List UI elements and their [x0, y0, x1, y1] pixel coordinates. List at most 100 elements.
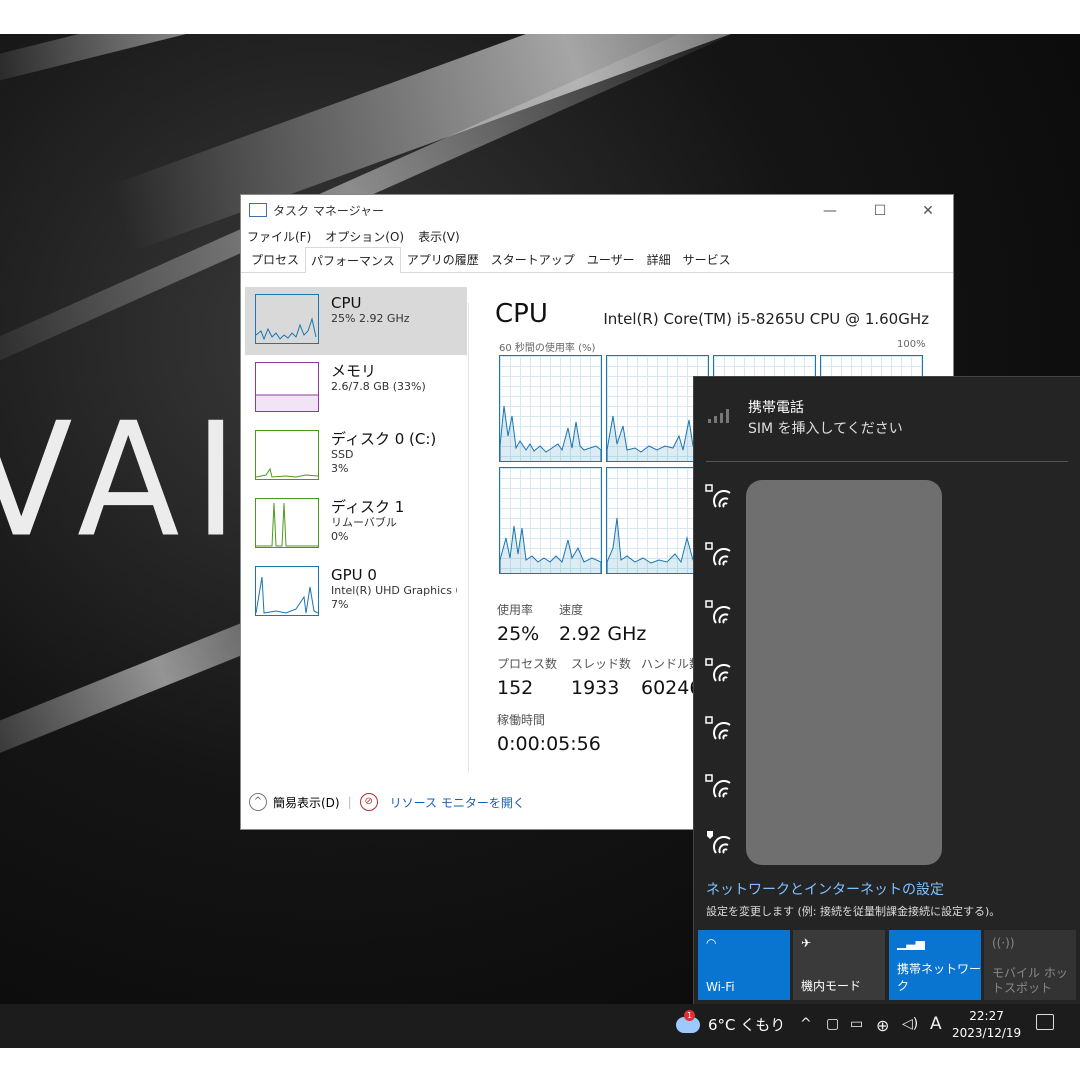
- airplane-mode-toggle[interactable]: ✈ 機内モード: [793, 930, 885, 1000]
- maximize-button[interactable]: ☐: [857, 199, 903, 223]
- taskbar: 1 6°C くもり ^ ▢ ▭ ⊕ ◁) A 22:27 2023/12/19: [0, 1004, 1080, 1048]
- sidebar-label: GPU 0: [331, 566, 377, 584]
- tab-startup[interactable]: スタートアップ: [485, 246, 581, 272]
- clock-date: 2023/12/19: [952, 1026, 1022, 1040]
- battery-icon[interactable]: ▭: [850, 1016, 863, 1032]
- hotspot-icon: ((·)): [992, 936, 1015, 950]
- wifi-network-item[interactable]: [704, 773, 734, 805]
- clock-time: 22:27: [969, 1009, 1004, 1023]
- speed-value: 2.92 GHz: [559, 623, 647, 645]
- volume-icon[interactable]: ◁): [902, 1016, 918, 1032]
- weather-widget[interactable]: 1 6°C くもり: [676, 1009, 786, 1035]
- memory-thumbnail-graph: [255, 362, 319, 412]
- mobile-hotspot-toggle[interactable]: ((·)) モバイル ホットスポット: [984, 930, 1076, 1000]
- window-footer: ^ 簡易表示(D) | ⊘ リソース モニターを開く: [249, 793, 525, 811]
- wifi-network-item[interactable]: [704, 599, 734, 631]
- wifi-network-item[interactable]: [704, 541, 734, 573]
- open-wifi-shield-icon: [707, 831, 731, 854]
- sidebar-value: 7%: [331, 598, 349, 611]
- wifi-icon: ◠: [706, 936, 717, 950]
- menu-file[interactable]: ファイル(F): [247, 228, 311, 245]
- quick-action-label: モバイル ホットスポット: [992, 966, 1068, 995]
- wifi-network-item[interactable]: [704, 829, 734, 861]
- network-flyout: 携帯電話 SIM を挿入してください ネットワークとインターネットの設定 設定を…: [693, 376, 1080, 1004]
- menu-view[interactable]: 表示(V): [418, 228, 460, 245]
- disk0-thumbnail-graph: [255, 430, 319, 480]
- cpu-thumbnail-graph: [255, 294, 319, 344]
- menu-bar: ファイル(F) オプション(O) 表示(V): [241, 225, 953, 247]
- tab-processes[interactable]: プロセス: [245, 246, 305, 272]
- cellular-toggle[interactable]: ▁▃▅ 携帯ネットワーク: [889, 930, 981, 1000]
- cloud-icon: 1: [676, 1009, 700, 1033]
- cpu-heading: CPU: [495, 299, 548, 329]
- tab-users[interactable]: ユーザー: [581, 246, 641, 272]
- meet-now-icon[interactable]: ▢: [826, 1016, 839, 1032]
- menu-options[interactable]: オプション(O): [325, 228, 404, 245]
- sidebar-value: 25% 2.92 GHz: [331, 312, 410, 325]
- sidebar-item-memory[interactable]: メモリ 2.6/7.8 GB (33%): [245, 355, 467, 423]
- sidebar-item-gpu[interactable]: GPU 0 Intel(R) UHD Graphics 62 7%: [245, 559, 467, 627]
- wifi-network-item[interactable]: [704, 715, 734, 747]
- pane-divider[interactable]: [468, 303, 469, 773]
- flyout-divider: [706, 461, 1068, 462]
- clock[interactable]: 22:27 2023/12/19: [952, 1008, 1021, 1042]
- threads-value: 1933: [571, 677, 620, 699]
- secured-wifi-icon: [705, 716, 731, 740]
- network-globe-icon[interactable]: ⊕: [876, 1016, 889, 1035]
- secured-wifi-icon: [705, 542, 731, 566]
- sidebar-item-cpu[interactable]: CPU 25% 2.92 GHz: [245, 287, 467, 355]
- tab-strip: プロセス パフォーマンス アプリの履歴 スタートアップ ユーザー 詳細 サービス: [241, 247, 953, 273]
- chevron-up-icon[interactable]: ^: [249, 793, 267, 811]
- sidebar-value: Intel(R) UHD Graphics 62: [331, 584, 457, 597]
- open-resource-monitor-link[interactable]: リソース モニターを開く: [390, 794, 525, 811]
- title-bar[interactable]: タスク マネージャー — ☐ ✕: [241, 195, 953, 225]
- wifi-network-item[interactable]: [704, 483, 734, 515]
- sidebar-label: ディスク 0 (C:): [331, 430, 437, 448]
- weather-badge: 1: [684, 1009, 695, 1021]
- core-graph: [499, 355, 602, 462]
- network-settings-description: 設定を変更します (例: 接続を従量制課金接続に設定する)。: [706, 905, 1001, 918]
- speed-label: 速度: [559, 603, 584, 617]
- sidebar-label: CPU: [331, 294, 362, 312]
- graph-axis-label: 60 秒間の使用率 (%): [499, 343, 596, 354]
- secured-wifi-icon: [705, 600, 731, 624]
- minimize-button[interactable]: —: [807, 199, 853, 223]
- tab-performance[interactable]: パフォーマンス: [305, 247, 401, 273]
- network-settings-link[interactable]: ネットワークとインターネットの設定: [706, 879, 944, 899]
- usage-label: 使用率: [497, 603, 534, 617]
- sidebar-value: SSD: [331, 448, 354, 461]
- core-graph: [499, 467, 602, 574]
- usage-value: 25%: [497, 623, 540, 645]
- quick-action-label: 機内モード: [801, 979, 862, 993]
- uptime-label: 稼働時間: [497, 713, 546, 727]
- wifi-toggle[interactable]: ◠ Wi-Fi: [698, 930, 790, 1000]
- processes-value: 152: [497, 677, 534, 699]
- fewer-details-button[interactable]: 簡易表示(D): [273, 794, 340, 811]
- ime-indicator[interactable]: A: [930, 1014, 942, 1034]
- tab-app-history[interactable]: アプリの履歴: [401, 246, 485, 272]
- sidebar-label: メモリ: [331, 362, 377, 380]
- close-button[interactable]: ✕: [905, 199, 951, 223]
- secured-wifi-icon: [705, 484, 731, 508]
- tab-services[interactable]: サービス: [677, 246, 737, 272]
- resource-monitor-icon: ⊘: [359, 793, 378, 811]
- graph-max-label: 100%: [897, 339, 926, 350]
- sidebar-item-disk-0[interactable]: ディスク 0 (C:) SSD 3%: [245, 423, 467, 491]
- handles-label: ハンドル数: [641, 657, 702, 671]
- redacted-network-names: [746, 480, 942, 865]
- sidebar-label: ディスク 1: [331, 498, 405, 516]
- sidebar-value: 2.6/7.8 GB (33%): [331, 380, 426, 393]
- sidebar-value: リムーバブル: [331, 516, 397, 529]
- secured-wifi-icon: [705, 658, 731, 682]
- tab-details[interactable]: 詳細: [641, 246, 677, 272]
- weather-text: 6°C くもり: [708, 1016, 786, 1034]
- cellular-signal-icon: [708, 409, 729, 423]
- airplane-icon: ✈: [801, 936, 812, 950]
- quick-action-label: 携帯ネットワーク: [897, 962, 982, 993]
- chevron-up-icon[interactable]: ^: [800, 1016, 812, 1032]
- sidebar-item-disk-1[interactable]: ディスク 1 リムーバブル 0%: [245, 491, 467, 559]
- wifi-network-item[interactable]: [704, 657, 734, 689]
- notification-icon[interactable]: [1036, 1014, 1054, 1030]
- gpu-thumbnail-graph: [255, 566, 319, 616]
- performance-sidebar: CPU 25% 2.92 GHz メモリ 2.6/7.8 GB (33%) ディ…: [245, 287, 467, 627]
